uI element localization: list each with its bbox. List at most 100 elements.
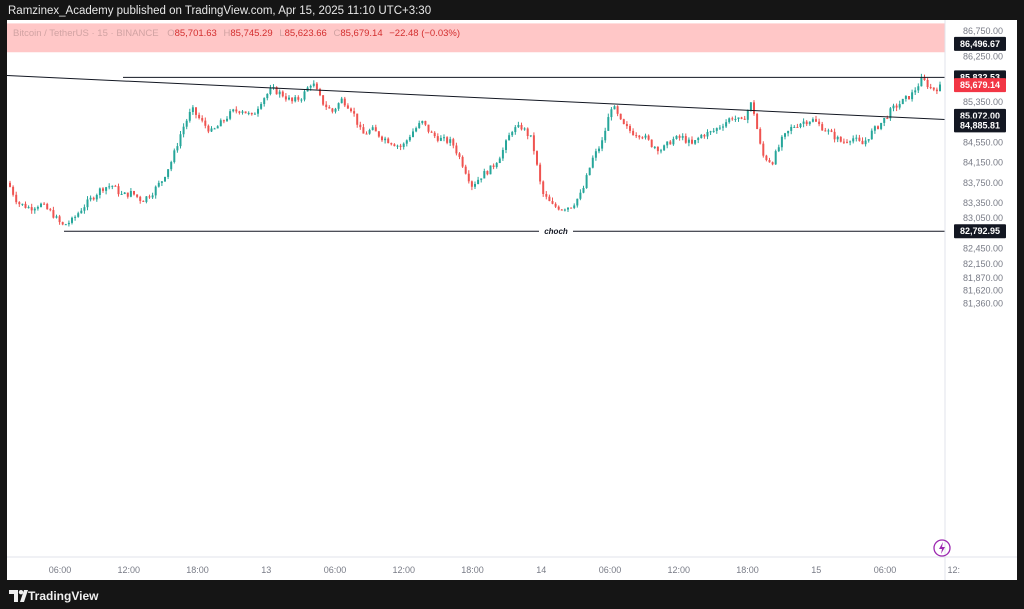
y-tick-label: 86,250.00 [963, 51, 1003, 61]
candle-body [796, 126, 799, 128]
candle-body [300, 99, 303, 101]
candle-body [204, 120, 207, 126]
candle-body [691, 139, 693, 144]
candle-body [250, 112, 253, 115]
candle-body [501, 149, 504, 159]
candle-body [108, 186, 111, 188]
candle-body [64, 224, 67, 226]
candle-body [111, 185, 114, 187]
candle-body [120, 193, 123, 195]
candle-body [474, 184, 476, 187]
footer-bar: TradingView [0, 583, 1024, 609]
candle-body [616, 106, 619, 114]
price-tag-label: 86,496.67 [960, 39, 1000, 49]
open-label: O [167, 28, 174, 39]
candle-body [244, 111, 247, 114]
candle-body [210, 128, 213, 132]
candle-body [780, 136, 783, 148]
price-chart[interactable]: Bitcoin / TetherUS · 15 · BINANCE O85,70… [6, 20, 1017, 580]
candle-body [433, 132, 436, 137]
candle-body [635, 135, 638, 137]
candle-body [622, 119, 625, 125]
candle-body [151, 195, 154, 198]
candle-body [908, 96, 910, 100]
chart-area[interactable]: Bitcoin / TetherUS · 15 · BINANCE O85,70… [6, 20, 1017, 580]
candle-body [154, 186, 157, 196]
candle-body [350, 108, 352, 112]
candle-body [368, 130, 371, 134]
candle-body [201, 118, 204, 121]
candle-body [911, 92, 914, 100]
candle-body [105, 187, 108, 191]
candle-body [328, 107, 331, 109]
y-tick-label: 81,620.00 [963, 286, 1003, 296]
y-tick-label: 81,360.00 [963, 299, 1003, 309]
x-tick-label: 18:00 [461, 565, 484, 575]
candle-body [542, 181, 545, 195]
candle-body [464, 166, 467, 174]
candle-body [399, 145, 402, 147]
high-value: 85,745.29 [230, 28, 272, 39]
candle-body [598, 148, 600, 152]
candle-body [573, 205, 576, 208]
change-value: −22.48 (−0.03%) [389, 28, 460, 39]
candle-body [390, 143, 393, 145]
y-tick-label: 81,870.00 [963, 273, 1003, 283]
candle-body [55, 216, 58, 218]
candle-body [895, 105, 898, 108]
x-tick-label: 06:00 [324, 565, 347, 575]
candle-body [86, 199, 89, 208]
candle-body [864, 140, 867, 145]
candle-body [517, 124, 520, 128]
lightning-icon[interactable] [933, 539, 951, 557]
candle-body [387, 138, 390, 144]
candle-body [331, 108, 334, 112]
x-tick-label: 18:00 [186, 565, 209, 575]
price-axis[interactable]: 86,750.00 86,250.00 85,350.00 84,550.00 84,1… [963, 26, 1003, 309]
candle-body [777, 147, 780, 152]
candle-body [418, 123, 421, 129]
candle-body [824, 130, 827, 132]
candle-body [607, 117, 610, 131]
candle-body [269, 88, 272, 94]
candle-body [247, 112, 250, 114]
candle-body [839, 136, 842, 142]
candle-body [266, 93, 269, 99]
candle-body [678, 135, 681, 138]
candle-body [160, 181, 163, 183]
candle-body [811, 119, 814, 122]
candle-body [753, 102, 755, 114]
trendline[interactable] [6, 75, 946, 121]
candle-body [340, 98, 343, 104]
candle-body [563, 209, 566, 211]
candle-body [793, 126, 796, 128]
candle-body [83, 207, 86, 211]
candle-body [585, 175, 588, 188]
candle-body [477, 179, 480, 185]
time-axis[interactable]: 06:00 12:00 18:00 13 06:00 12:00 18:00 14 06:00 1… [49, 565, 960, 575]
candle-body [191, 107, 194, 112]
candle-body [805, 121, 808, 125]
candle-body [393, 144, 396, 147]
candle-body [818, 121, 821, 125]
candle-body [257, 108, 259, 114]
candle-body [58, 216, 61, 223]
candle-body [89, 197, 92, 200]
candle-body [49, 209, 52, 211]
candle-body [529, 135, 532, 137]
candle-body [145, 196, 148, 202]
candle-body [67, 222, 70, 225]
candle-body [27, 207, 30, 209]
candle-body [315, 83, 318, 90]
candle-body [520, 124, 523, 130]
candle-body [52, 210, 55, 218]
candle-body [935, 89, 938, 92]
candle-body [449, 139, 452, 143]
candle-body [579, 192, 582, 199]
candle-body [591, 157, 594, 168]
candle-body [9, 182, 11, 187]
candle-body [232, 109, 235, 112]
candle-body [939, 84, 941, 92]
candle-body [505, 140, 507, 150]
candle-body [278, 91, 281, 95]
